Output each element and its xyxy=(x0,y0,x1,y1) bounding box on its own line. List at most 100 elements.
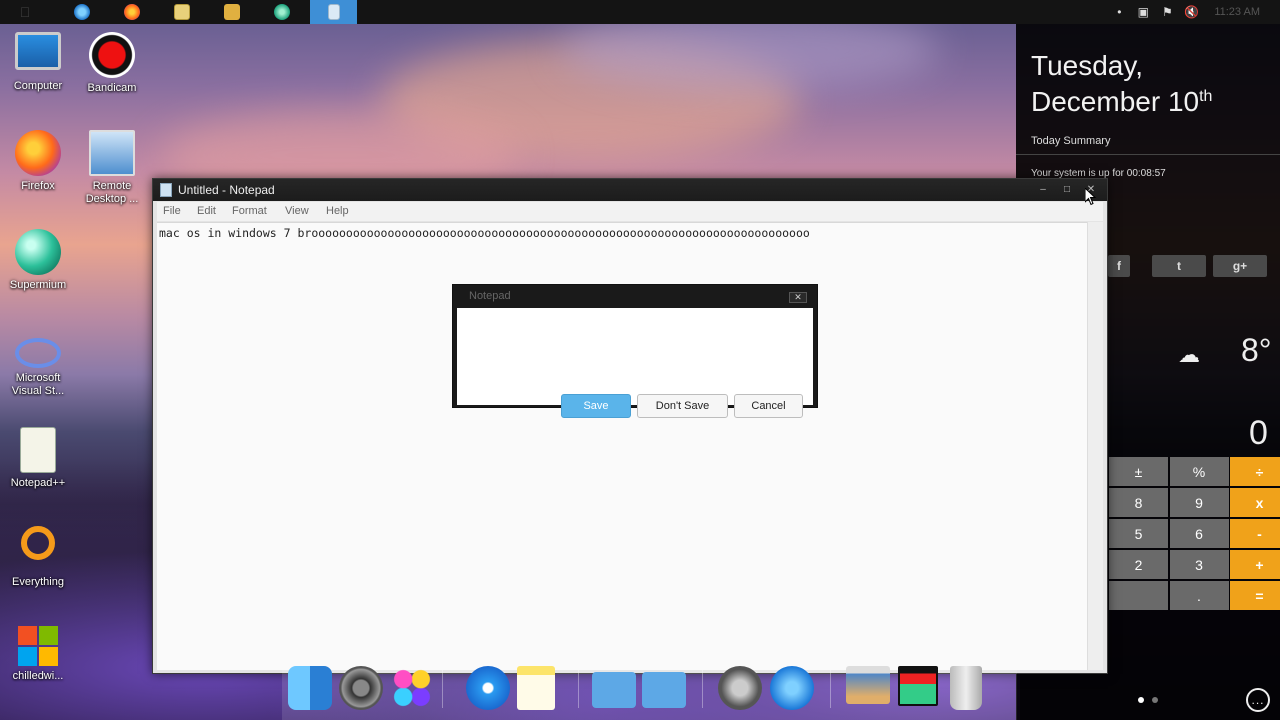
launchpad-icon[interactable] xyxy=(718,666,762,710)
calc-key[interactable]: 9 xyxy=(1169,488,1229,517)
mouse-cursor-icon xyxy=(1085,188,1097,206)
save-button[interactable]: Save xyxy=(561,394,631,418)
dialog-title: Notepad xyxy=(469,290,511,302)
document-text: mac os in windows 7 broooooooooooooooooo… xyxy=(159,226,810,240)
calc-key[interactable]: 3 xyxy=(1169,550,1229,579)
desktop-icon-remote-desktop[interactable]: Remote Desktop ... xyxy=(74,130,150,206)
menu-edit[interactable]: Edit xyxy=(197,205,216,217)
calc-key[interactable]: ± xyxy=(1109,457,1168,486)
dialog-close-button[interactable]: ✕ xyxy=(789,292,807,303)
preview-icon[interactable] xyxy=(846,666,890,704)
dock-separator xyxy=(830,670,831,708)
facebook-button[interactable]: f xyxy=(1108,255,1130,277)
taskbar-supermium[interactable] xyxy=(262,0,302,24)
menu-view[interactable]: View xyxy=(285,205,309,217)
start-button[interactable]:  xyxy=(5,0,45,24)
photo-booth-icon[interactable] xyxy=(898,666,938,706)
flag-icon[interactable]: ⚑ xyxy=(1160,5,1174,19)
menu-file[interactable]: File xyxy=(163,205,181,217)
desktop-icon-firefox[interactable]: Firefox xyxy=(0,130,76,193)
twitter-button[interactable]: t xyxy=(1152,255,1206,277)
desktop-icon-computer[interactable]: Computer xyxy=(0,32,76,93)
panel-date: December 10th xyxy=(1031,86,1213,117)
calc-key[interactable] xyxy=(1109,581,1168,610)
remote-desktop-icon xyxy=(89,130,135,176)
facebook-icon: f xyxy=(1117,259,1121,273)
calculator-display: 0 xyxy=(1249,414,1268,452)
calc-key[interactable]: 6 xyxy=(1169,519,1229,548)
calc-key[interactable]: - xyxy=(1230,519,1280,548)
taskbar-notepad[interactable] xyxy=(310,0,357,24)
menu-bar: File Edit Format View Help xyxy=(157,202,1103,221)
network-icon[interactable]: ▣ xyxy=(1136,5,1150,19)
notepad-titlebar[interactable]: Untitled - Notepad – □ ✕ xyxy=(153,179,1107,201)
folder-icon[interactable] xyxy=(592,672,636,708)
desktop-icon-supermium[interactable]: Supermium xyxy=(0,229,76,292)
temperature: 8° xyxy=(1241,332,1272,368)
dock xyxy=(282,662,1017,720)
panel-day: Tuesday, xyxy=(1031,50,1144,81)
system-tray: • ▣ ⚑ 🔇 11:23 AM xyxy=(1112,0,1260,24)
calc-key[interactable]: + xyxy=(1230,550,1280,579)
maximize-button[interactable]: □ xyxy=(1057,185,1077,197)
dock-separator xyxy=(442,670,443,708)
everything-icon xyxy=(21,526,55,560)
divider xyxy=(1016,154,1280,155)
dock-separator xyxy=(702,670,703,708)
volume-muted-icon[interactable]: 🔇 xyxy=(1184,5,1199,19)
safari-icon[interactable] xyxy=(466,666,510,710)
app-store-icon[interactable] xyxy=(770,666,814,710)
clock[interactable]: 11:23 AM xyxy=(1214,6,1260,18)
google-plus-button[interactable]: g+ xyxy=(1213,255,1267,277)
desktop-icon-chilledwindows[interactable]: chilledwi... xyxy=(0,626,76,683)
page-dot[interactable] xyxy=(1152,697,1158,703)
taskbar-firefox[interactable] xyxy=(112,0,152,24)
cancel-button[interactable]: Cancel xyxy=(734,394,803,418)
game-center-icon[interactable] xyxy=(390,666,434,710)
today-summary-heading: Today Summary xyxy=(1031,135,1111,147)
applications-folder-icon[interactable] xyxy=(642,672,686,708)
system-preferences-icon[interactable] xyxy=(339,666,383,710)
page-dot-active[interactable] xyxy=(1138,697,1144,703)
calc-key[interactable]: x xyxy=(1230,488,1280,517)
computer-icon xyxy=(15,32,61,70)
desktop-icon-visual-studio[interactable]: Microsoft Visual St... xyxy=(0,328,76,398)
calc-key[interactable]: ÷ xyxy=(1230,457,1280,486)
calc-key[interactable]: % xyxy=(1169,457,1229,486)
notepad-window: Untitled - Notepad – □ ✕ File Edit Forma… xyxy=(152,178,1108,674)
menu-help[interactable]: Help xyxy=(326,205,349,217)
finder-icon[interactable] xyxy=(288,666,332,710)
visual-studio-icon xyxy=(15,338,61,368)
calc-key[interactable]: 5 xyxy=(1109,519,1168,548)
save-dialog: Notepad ✕ Save Don't Save Cancel xyxy=(452,284,818,418)
desktop-icon-notepadpp[interactable]: Notepad++ xyxy=(0,427,76,490)
chevron-dot-icon[interactable]: • xyxy=(1112,5,1126,19)
bandicam-icon xyxy=(89,32,135,78)
windows-logo-icon xyxy=(18,626,58,666)
calc-key[interactable]: 8 xyxy=(1109,488,1168,517)
vertical-scrollbar[interactable] xyxy=(1087,222,1103,670)
folder-icon xyxy=(174,4,190,20)
firefox-icon xyxy=(15,130,61,176)
page-indicator xyxy=(1138,697,1158,703)
firefox-icon xyxy=(124,4,140,20)
twitter-icon: t xyxy=(1177,259,1181,273)
minimize-button[interactable]: – xyxy=(1033,185,1053,197)
taskbar-explorer[interactable] xyxy=(162,0,202,24)
trash-icon[interactable] xyxy=(950,666,982,710)
menu-format[interactable]: Format xyxy=(232,205,267,217)
desktop-icon-bandicam[interactable]: Bandicam xyxy=(74,32,150,95)
desktop-icon-everything[interactable]: Everything xyxy=(0,526,76,589)
dont-save-button[interactable]: Don't Save xyxy=(637,394,728,418)
calc-key[interactable]: 2 xyxy=(1109,550,1168,579)
notes-icon[interactable] xyxy=(517,666,555,710)
calc-key[interactable]: = xyxy=(1230,581,1280,610)
calc-key[interactable]: . xyxy=(1169,581,1229,610)
more-button[interactable]: ... xyxy=(1246,688,1270,712)
taskbar-media-player[interactable] xyxy=(212,0,252,24)
dialog-body: Save Don't Save Cancel xyxy=(457,308,813,418)
taskbar-ie[interactable] xyxy=(62,0,102,24)
notepad-icon xyxy=(327,4,340,20)
dialog-titlebar[interactable]: Notepad ✕ xyxy=(453,285,817,307)
supermium-icon xyxy=(15,229,61,275)
